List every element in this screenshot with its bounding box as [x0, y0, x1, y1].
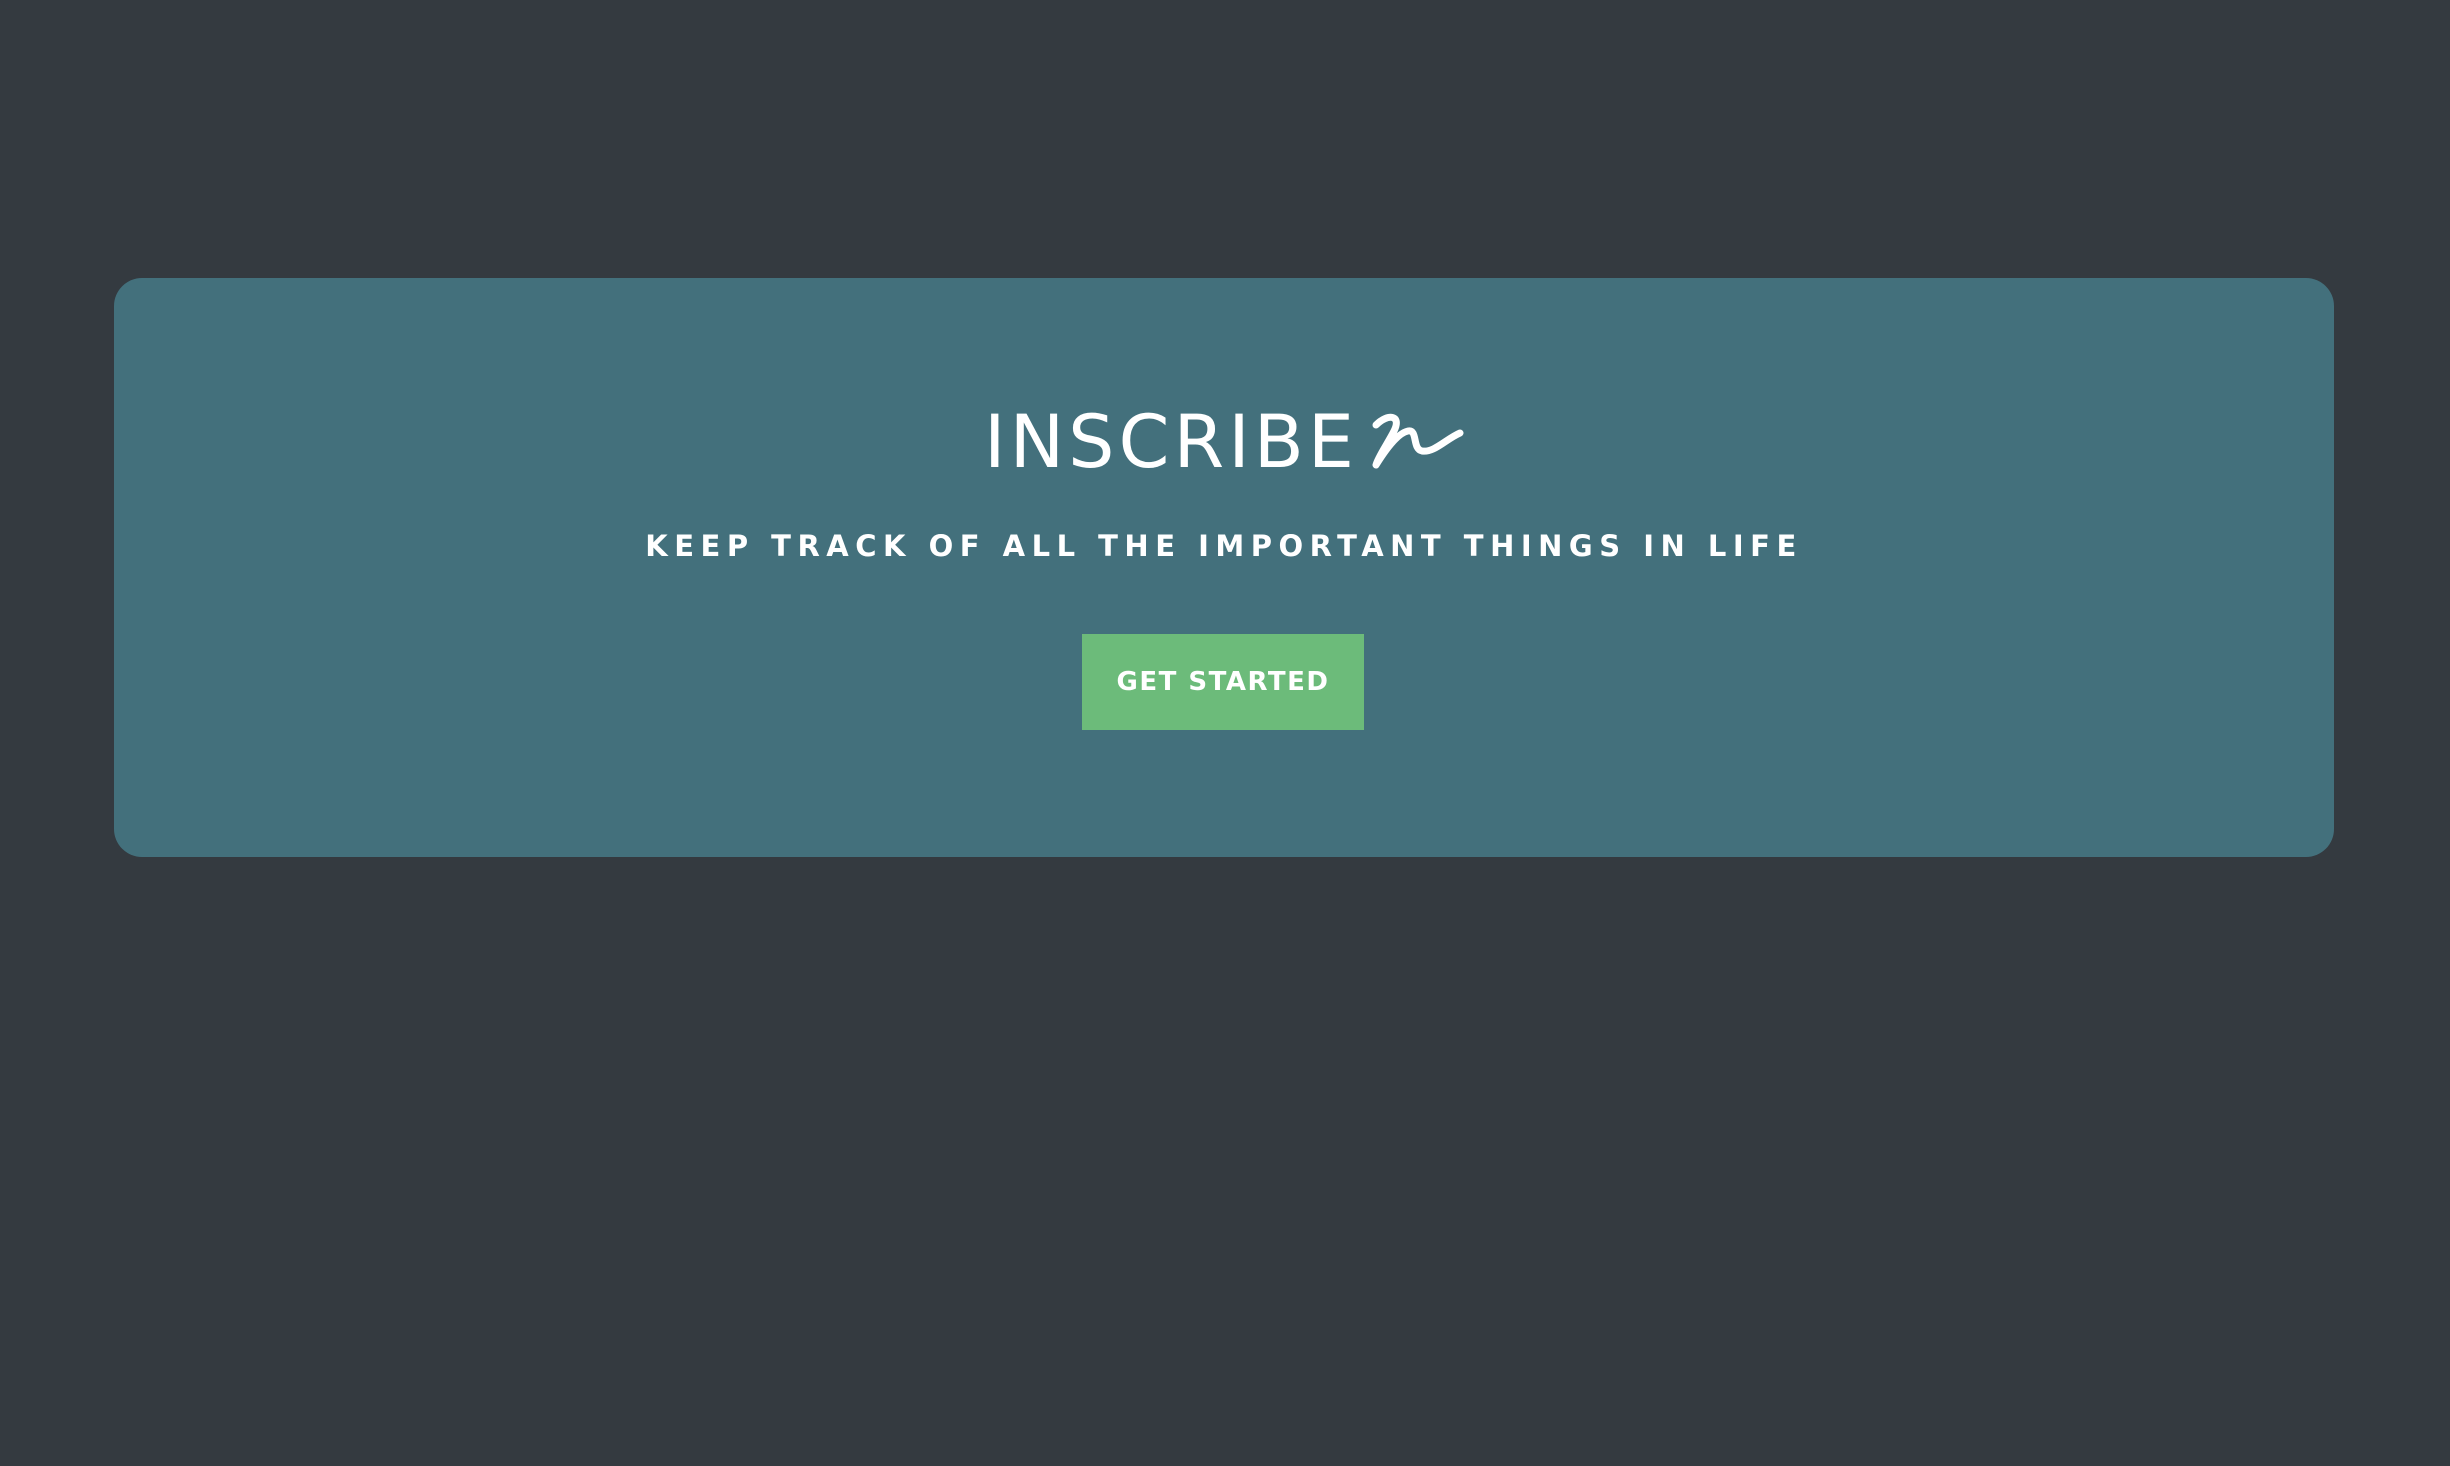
- brand-name: INSCRIBE: [984, 399, 1358, 485]
- handwritten-scribble-icon: [1372, 413, 1464, 469]
- get-started-button[interactable]: GET STARTED: [1082, 634, 1364, 730]
- hero-panel: INSCRIBE KEEP TRACK OF ALL THE IMPORTANT…: [114, 278, 2334, 857]
- landing-page: INSCRIBE KEEP TRACK OF ALL THE IMPORTANT…: [0, 0, 2450, 1466]
- tagline: KEEP TRACK OF ALL THE IMPORTANT THINGS I…: [645, 529, 1803, 563]
- brand-logo: INSCRIBE: [114, 392, 2334, 492]
